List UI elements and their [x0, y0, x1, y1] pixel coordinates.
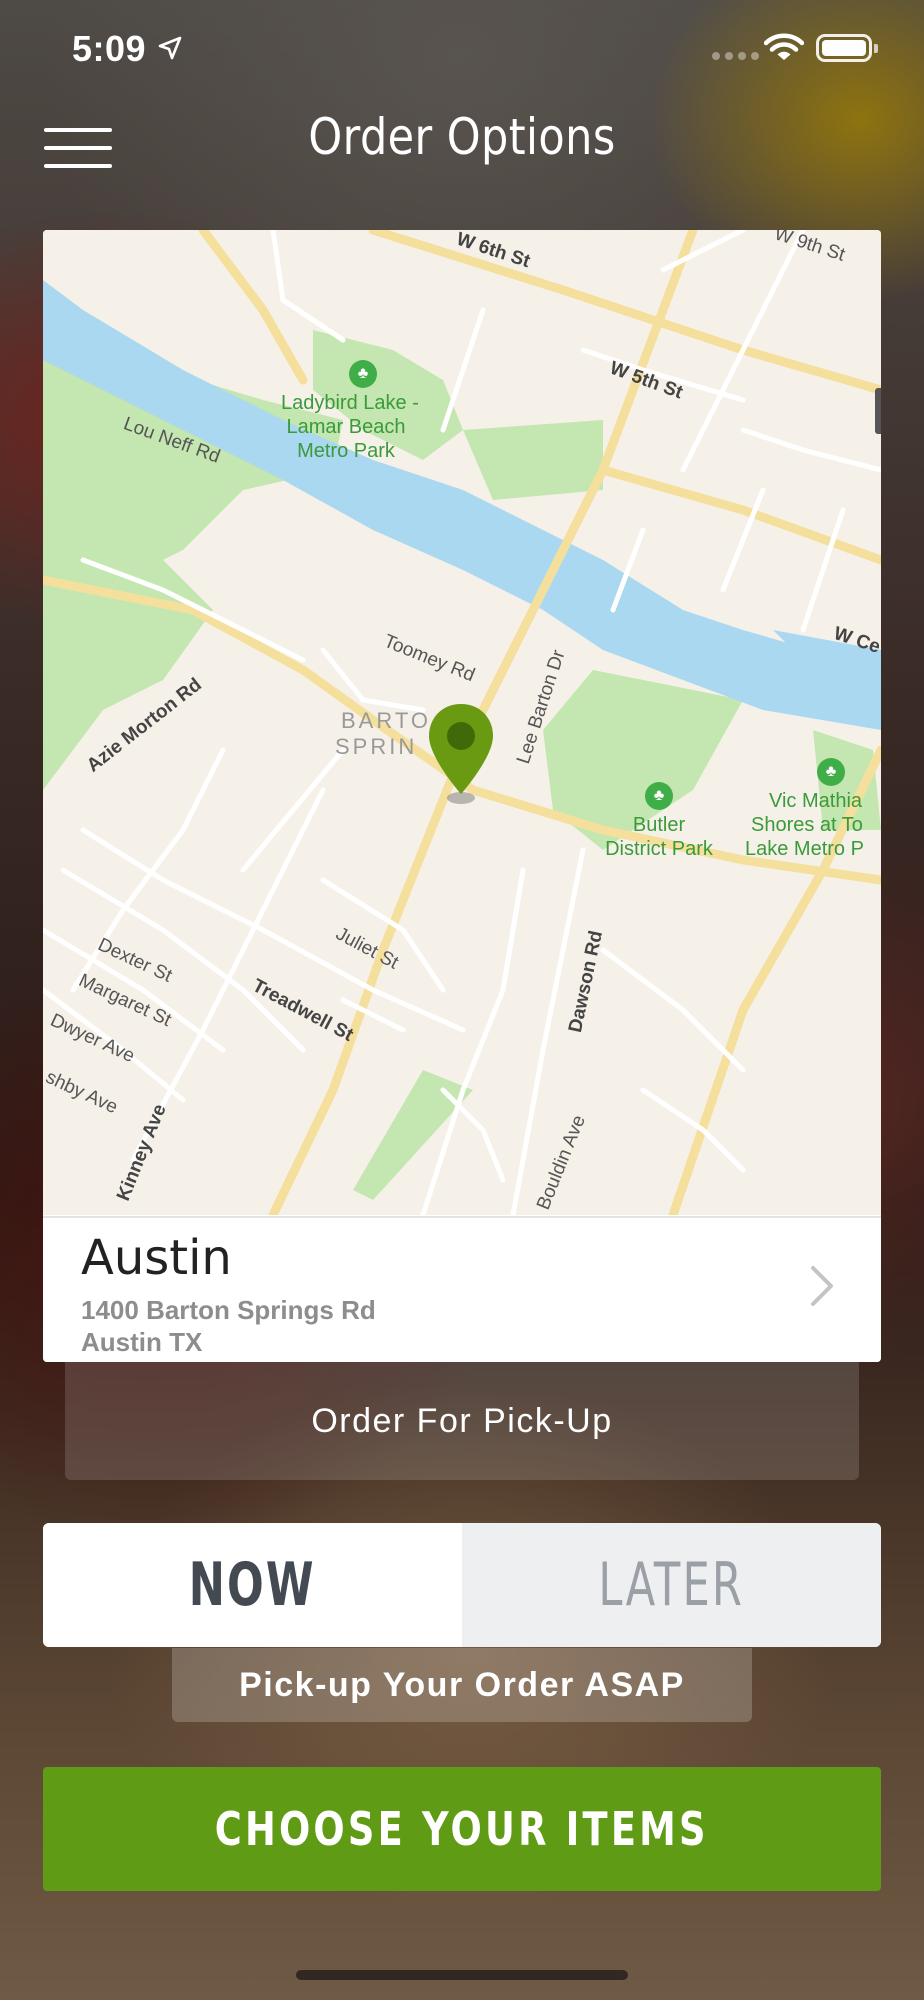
address-line-1: 1400 Barton Springs Rd [81, 1295, 376, 1325]
toggle-later[interactable]: LATER [462, 1523, 881, 1647]
page-title: Order Options [308, 108, 616, 166]
map-label-barton: BARTO [341, 708, 431, 733]
map-label-vic3: Lake Metro P [745, 838, 864, 860]
chevron-right-icon[interactable] [809, 1264, 835, 1308]
toggle-now[interactable]: NOW [43, 1523, 462, 1647]
toggle-later-label: LATER [598, 1550, 745, 1620]
address-line-2: Austin TX [81, 1327, 203, 1357]
location-details-row[interactable]: Austin 1400 Barton Springs Rd Austin TX [43, 1216, 881, 1362]
map-view[interactable]: W 6th St W 9th St W 5th St W Ce Lou Neff… [43, 230, 881, 1215]
location-pin-icon[interactable] [425, 702, 497, 808]
toggle-now-label: NOW [188, 1550, 317, 1620]
map-label-lamar: Lamar Beach [286, 416, 406, 438]
choose-items-label: CHOOSE YOUR ITEMS [215, 1802, 709, 1856]
map-label-metro-park: Metro Park [297, 440, 395, 462]
location-card[interactable]: W 6th St W 9th St W 5th St W Ce Lou Neff… [43, 230, 881, 1362]
map-label-vic1: Vic Mathia [769, 790, 863, 812]
park-icon: ♣ [645, 782, 673, 810]
map-label-vic2: Shores at To [751, 814, 863, 836]
location-address: 1400 Barton Springs Rd Austin TX [81, 1294, 376, 1358]
park-icon: ♣ [349, 360, 377, 388]
status-bar: 5:09 [0, 0, 924, 100]
battery-icon [816, 34, 878, 62]
choose-items-button[interactable]: CHOOSE YOUR ITEMS [43, 1767, 881, 1891]
cellular-signal-icon [712, 52, 759, 60]
map-label-butler-park: District Park [605, 838, 713, 860]
park-icon: ♣ [817, 758, 845, 786]
order-time-toggle[interactable]: NOW LATER [43, 1523, 881, 1647]
pickup-time-hint: Pick-up Your Order ASAP [172, 1648, 752, 1722]
map-label-butler: Butler [632, 814, 686, 836]
map-edge-handle [875, 388, 881, 434]
wifi-icon [764, 33, 804, 60]
order-type-banner[interactable]: Order For Pick-Up [65, 1362, 859, 1480]
home-indicator[interactable] [296, 1970, 628, 1980]
map-label-springs: SPRIN [335, 734, 418, 759]
map-label-ladybird: Ladybird Lake - [281, 392, 419, 414]
location-services-icon [158, 36, 182, 60]
location-name: Austin [81, 1230, 232, 1286]
status-time: 5:09 [72, 28, 147, 69]
